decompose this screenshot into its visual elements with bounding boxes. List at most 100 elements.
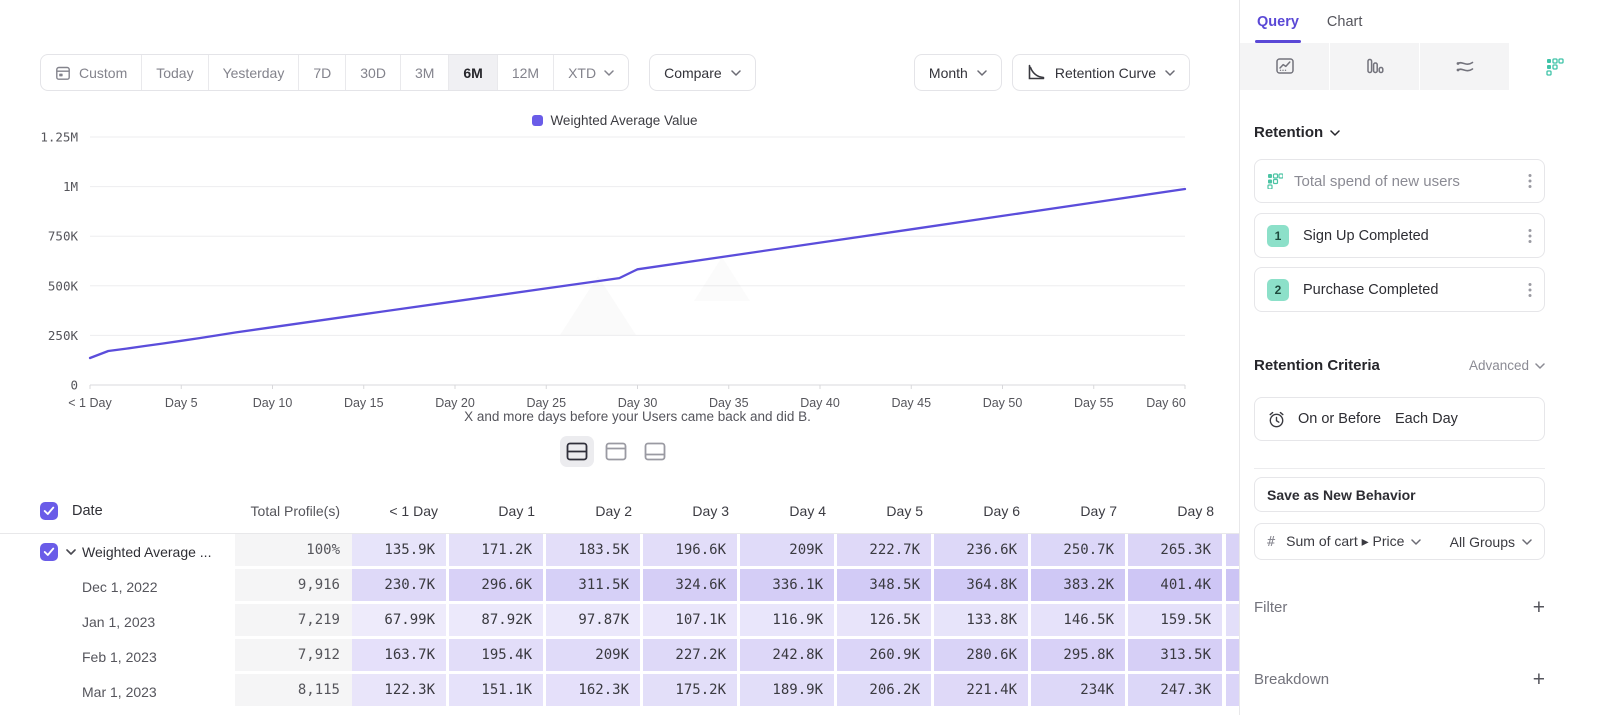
table-cell[interactable]: 250.7K bbox=[1031, 534, 1128, 569]
row-checkbox[interactable] bbox=[40, 543, 58, 561]
step-event-label[interactable]: Sign Up Completed bbox=[1303, 228, 1429, 244]
chart-type-button[interactable]: Retention Curve bbox=[1012, 54, 1190, 91]
kebab-menu-icon[interactable] bbox=[1528, 282, 1532, 298]
table-cell[interactable]: 313.5K bbox=[1128, 639, 1225, 674]
table-cell[interactable]: 122.3K bbox=[352, 674, 449, 709]
chart-legend[interactable]: Weighted Average Value bbox=[40, 113, 1190, 128]
table-cell[interactable]: 311.5K bbox=[546, 569, 643, 604]
group-dropdown[interactable]: All Groups bbox=[1450, 534, 1532, 550]
column-header-day-4[interactable]: Day 4 bbox=[740, 488, 837, 533]
date-range-30d[interactable]: 30D bbox=[345, 55, 400, 90]
table-cell[interactable]: 280.6K bbox=[934, 639, 1031, 674]
retention-section-header[interactable]: Retention bbox=[1254, 124, 1545, 141]
date-range-7d[interactable]: 7D bbox=[298, 55, 345, 90]
chart-type-tab-bar[interactable] bbox=[1330, 43, 1420, 90]
column-header-day-1[interactable]: Day 1 bbox=[449, 488, 546, 533]
measure-dropdown[interactable]: Sum of cart ▸ Price bbox=[1286, 533, 1421, 550]
table-cell[interactable]: 364.8K bbox=[934, 569, 1031, 604]
chart-type-tab-insights[interactable] bbox=[1240, 43, 1330, 90]
row-expander-icon[interactable] bbox=[66, 549, 76, 555]
table-cell[interactable]: 227.2K bbox=[643, 639, 740, 674]
criteria-card[interactable]: On or Before Each Day bbox=[1254, 397, 1545, 441]
table-cell[interactable]: 222.7K bbox=[837, 534, 934, 569]
row-label[interactable]: Dec 1, 2022 bbox=[82, 579, 235, 595]
table-cell[interactable]: 230.7K bbox=[352, 569, 449, 604]
column-header-day-3[interactable]: Day 3 bbox=[643, 488, 740, 533]
column-header-day-7[interactable]: Day 7 bbox=[1031, 488, 1128, 533]
table-cell[interactable]: 162.3K bbox=[546, 674, 643, 709]
table-cell[interactable]: 295.8K bbox=[1031, 639, 1128, 674]
chart-view-toggle[interactable] bbox=[599, 436, 633, 467]
table-cell[interactable]: 265.3K bbox=[1128, 534, 1225, 569]
table-cell[interactable]: 135.9K bbox=[352, 534, 449, 569]
column-header-day-2[interactable]: Day 2 bbox=[546, 488, 643, 533]
table-cell[interactable]: 296.6K bbox=[449, 569, 546, 604]
chart-type-tab-flows[interactable] bbox=[1420, 43, 1510, 90]
kebab-menu-icon[interactable] bbox=[1528, 228, 1532, 244]
table-cell[interactable]: 196.6K bbox=[643, 534, 740, 569]
table-cell[interactable]: 146.5K bbox=[1031, 604, 1128, 639]
table-cell[interactable]: 206.2K bbox=[837, 674, 934, 709]
date-range-custom[interactable]: Custom bbox=[41, 55, 141, 90]
table-cell[interactable]: 189.9K bbox=[740, 674, 837, 709]
date-range-today[interactable]: Today bbox=[141, 55, 207, 90]
tab-query[interactable]: Query bbox=[1257, 0, 1299, 43]
date-range-6m[interactable]: 6M bbox=[448, 55, 496, 90]
kebab-menu-icon[interactable] bbox=[1528, 173, 1532, 189]
granularity-button[interactable]: Month bbox=[914, 54, 1002, 91]
table-cell[interactable]: 348.5K bbox=[837, 569, 934, 604]
table-cell[interactable]: 260.9K bbox=[837, 639, 934, 674]
table-cell[interactable]: 183.5K bbox=[546, 534, 643, 569]
table-cell[interactable]: 87.92K bbox=[449, 604, 546, 639]
criteria-mode-dropdown[interactable]: Advanced bbox=[1469, 358, 1545, 373]
split-view-toggle[interactable] bbox=[560, 436, 594, 467]
add-breakdown-button[interactable]: + bbox=[1533, 669, 1545, 690]
tab-chart[interactable]: Chart bbox=[1327, 0, 1362, 43]
table-cell[interactable]: 116.9K bbox=[740, 604, 837, 639]
table-cell[interactable]: 171.2K bbox=[449, 534, 546, 569]
table-cell[interactable]: 209K bbox=[740, 534, 837, 569]
column-header-day-6[interactable]: Day 6 bbox=[934, 488, 1031, 533]
table-cell[interactable]: 107.1K bbox=[643, 604, 740, 639]
compare-button[interactable]: Compare bbox=[649, 54, 756, 91]
behavior-card[interactable]: Total spend of new users bbox=[1254, 159, 1545, 203]
table-cell[interactable]: 221.4K bbox=[934, 674, 1031, 709]
table-cell[interactable]: 97.87K bbox=[546, 604, 643, 639]
behavior-step[interactable]: 2Purchase Completed bbox=[1254, 267, 1545, 312]
table-view-toggle[interactable] bbox=[638, 436, 672, 467]
table-cell[interactable]: 383.2K bbox=[1031, 569, 1128, 604]
table-cell[interactable]: 247.3K bbox=[1128, 674, 1225, 709]
table-cell[interactable]: 336.1K bbox=[740, 569, 837, 604]
table-cell[interactable]: 242.8K bbox=[740, 639, 837, 674]
table-cell[interactable]: 159.5K bbox=[1128, 604, 1225, 639]
table-cell[interactable]: 67.99K bbox=[352, 604, 449, 639]
step-event-label[interactable]: Purchase Completed bbox=[1303, 282, 1438, 298]
table-cell[interactable]: 209K bbox=[546, 639, 643, 674]
criteria-condition[interactable]: On or Before bbox=[1298, 411, 1381, 427]
table-cell[interactable]: 126.5K bbox=[837, 604, 934, 639]
table-cell[interactable]: 133.8K bbox=[934, 604, 1031, 639]
date-range-12m[interactable]: 12M bbox=[497, 55, 553, 90]
save-behavior-button[interactable]: Save as New Behavior bbox=[1254, 477, 1545, 512]
table-cell[interactable]: 195.4K bbox=[449, 639, 546, 674]
column-header-total[interactable]: Total Profile(s) bbox=[235, 488, 352, 533]
table-cell[interactable]: 236.6K bbox=[934, 534, 1031, 569]
date-range-yesterday[interactable]: Yesterday bbox=[208, 55, 299, 90]
retention-line-chart[interactable]: 0250K500K750K1M1.25M< 1 DayDay 5Day 10Da… bbox=[0, 128, 1232, 428]
column-header-day-8[interactable]: Day 8 bbox=[1128, 488, 1225, 533]
chart-type-tab-retention[interactable] bbox=[1510, 43, 1600, 90]
row-label[interactable]: Mar 1, 2023 bbox=[82, 684, 235, 700]
column-header--1-day[interactable]: < 1 Day bbox=[352, 488, 449, 533]
column-header-date[interactable]: Date bbox=[60, 503, 235, 519]
behavior-step[interactable]: 1Sign Up Completed bbox=[1254, 213, 1545, 258]
criteria-value[interactable]: Each Day bbox=[1395, 411, 1458, 427]
date-range-xtd[interactable]: XTD bbox=[553, 55, 628, 90]
date-range-3m[interactable]: 3M bbox=[400, 55, 448, 90]
column-header-day-5[interactable]: Day 5 bbox=[837, 488, 934, 533]
table-cell[interactable]: 163.7K bbox=[352, 639, 449, 674]
table-cell[interactable]: 324.6K bbox=[643, 569, 740, 604]
table-cell[interactable]: 234K bbox=[1031, 674, 1128, 709]
row-label[interactable]: Jan 1, 2023 bbox=[82, 614, 235, 630]
select-all-checkbox[interactable] bbox=[40, 502, 58, 520]
row-label[interactable]: Feb 1, 2023 bbox=[82, 649, 235, 665]
